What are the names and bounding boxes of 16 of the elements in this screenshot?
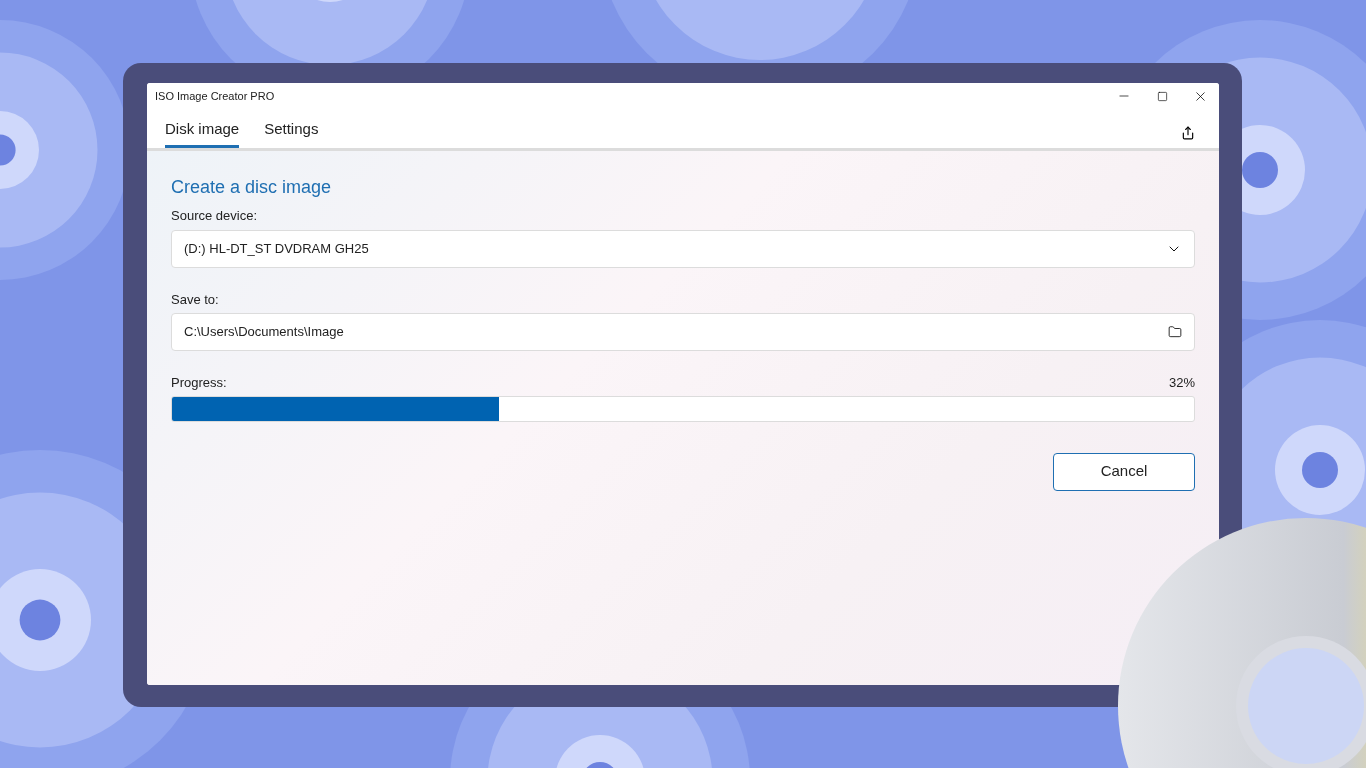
progress-label: Progress: — [171, 374, 227, 392]
share-icon — [1181, 126, 1195, 140]
maximize-icon — [1156, 90, 1168, 102]
field-label: Save to: — [171, 290, 220, 309]
cancel-button[interactable]: Cancel — [1053, 452, 1195, 491]
page-heading: Create a disc image — [171, 176, 333, 199]
window-title: ISO Image Creator PRO — [155, 88, 275, 104]
tab[interactable]: Disk image — [165, 117, 240, 148]
folder-icon — [1168, 325, 1182, 339]
source-device-dropdown[interactable]: (D:) HL-DT_ST DVDRAM GH25 — [171, 229, 1195, 268]
share-button[interactable] — [1181, 126, 1195, 140]
progress-percent: 32% — [1168, 374, 1195, 392]
browse-folder-button[interactable] — [1168, 325, 1182, 339]
save-path-field[interactable]: C:\Users\Documents\Image — [171, 313, 1195, 351]
tab[interactable]: Settings — [264, 117, 319, 148]
field-label: Source device: — [171, 207, 258, 225]
